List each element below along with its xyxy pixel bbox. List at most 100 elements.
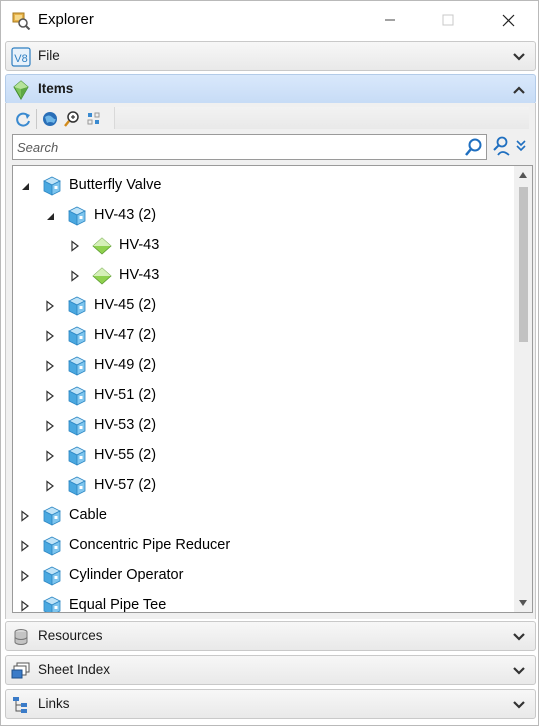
search-box bbox=[12, 134, 487, 160]
collapsed-triangle-icon[interactable] bbox=[69, 270, 81, 282]
explorer-window: Explorer V8 File Items Search Butterfly … bbox=[0, 0, 539, 726]
section-sheet-index[interactable]: Sheet Index bbox=[5, 655, 536, 685]
section-file[interactable]: V8 File bbox=[5, 41, 536, 71]
vertical-scrollbar[interactable] bbox=[514, 166, 532, 612]
grid-button[interactable] bbox=[83, 108, 105, 130]
expanded-triangle-icon[interactable] bbox=[44, 210, 56, 222]
window-title: Explorer bbox=[38, 11, 94, 28]
tree-node[interactable]: HV-45 (2) bbox=[13, 291, 513, 321]
svg-text:V8: V8 bbox=[14, 53, 27, 65]
maximize-button[interactable] bbox=[425, 1, 471, 39]
cube-icon bbox=[68, 386, 86, 406]
tree-node-label: Cable bbox=[69, 507, 107, 523]
items-tree[interactable]: Butterfly Valve HV-43 (2) HV-43 HV-43 HV-45 … bbox=[12, 165, 533, 613]
tree-node[interactable]: HV-43 bbox=[13, 261, 513, 291]
close-icon bbox=[502, 14, 514, 26]
scrollbar-thumb[interactable] bbox=[519, 187, 528, 342]
tree-node[interactable]: HV-55 (2) bbox=[13, 441, 513, 471]
tree-node[interactable]: HV-53 (2) bbox=[13, 411, 513, 441]
scroll-down-icon[interactable] bbox=[518, 599, 528, 607]
cube-icon bbox=[43, 176, 61, 196]
zoom-button[interactable] bbox=[61, 108, 83, 130]
diamond-icon bbox=[92, 237, 112, 255]
section-items[interactable]: Items bbox=[5, 74, 536, 104]
collapsed-triangle-icon[interactable] bbox=[44, 360, 56, 372]
user-search-icon[interactable] bbox=[489, 135, 511, 157]
cube-icon bbox=[68, 356, 86, 376]
search-icon[interactable] bbox=[464, 137, 484, 157]
collapsed-triangle-icon[interactable] bbox=[19, 600, 31, 612]
refresh-icon bbox=[16, 112, 30, 127]
scroll-up-icon[interactable] bbox=[518, 171, 528, 179]
tree-node-label: HV-53 (2) bbox=[94, 417, 157, 433]
tree-node[interactable]: Cylinder Operator bbox=[13, 561, 513, 591]
collapsed-triangle-icon[interactable] bbox=[19, 540, 31, 552]
section-links[interactable]: Links bbox=[5, 689, 536, 719]
collapsed-triangle-icon[interactable] bbox=[19, 510, 31, 522]
maximize-icon bbox=[442, 14, 454, 26]
v8-icon: V8 bbox=[11, 47, 31, 67]
tree-node-label: HV-47 (2) bbox=[94, 327, 157, 343]
collapsed-triangle-icon[interactable] bbox=[19, 570, 31, 582]
tree-node-label: HV-57 (2) bbox=[94, 477, 157, 493]
tree-node[interactable]: HV-43 (2) bbox=[13, 201, 513, 231]
toolbar-separator bbox=[36, 109, 37, 129]
tree-node-label: HV-49 (2) bbox=[94, 357, 157, 373]
tree-node[interactable]: Cable bbox=[13, 501, 513, 531]
explorer-app-icon bbox=[12, 12, 31, 30]
sheets-icon bbox=[11, 662, 30, 679]
minimize-icon bbox=[385, 19, 395, 21]
cube-icon bbox=[68, 326, 86, 346]
collapsed-triangle-icon[interactable] bbox=[44, 300, 56, 312]
collapsed-triangle-icon[interactable] bbox=[44, 390, 56, 402]
tree-node-label: HV-45 (2) bbox=[94, 297, 157, 313]
cube-icon bbox=[43, 506, 61, 526]
globe-icon bbox=[43, 112, 57, 126]
chevron-up-icon bbox=[513, 86, 525, 94]
double-chevron-down-icon bbox=[516, 140, 526, 152]
globe-button[interactable] bbox=[39, 108, 61, 130]
diamond-icon bbox=[92, 267, 112, 285]
tree-node-label: Concentric Pipe Reducer bbox=[69, 537, 231, 553]
section-file-label: File bbox=[38, 48, 60, 63]
collapsed-triangle-icon[interactable] bbox=[44, 330, 56, 342]
close-button[interactable] bbox=[485, 1, 531, 39]
tree-node[interactable]: Concentric Pipe Reducer bbox=[13, 531, 513, 561]
tree-node-label: Butterfly Valve bbox=[69, 177, 162, 193]
tree-node[interactable]: HV-47 (2) bbox=[13, 321, 513, 351]
tree-node[interactable]: Equal Pipe Tee bbox=[13, 591, 513, 613]
collapsed-triangle-icon[interactable] bbox=[44, 450, 56, 462]
collapsed-triangle-icon[interactable] bbox=[69, 240, 81, 252]
collapsed-triangle-icon[interactable] bbox=[44, 420, 56, 432]
database-icon bbox=[14, 629, 28, 645]
chevron-down-icon bbox=[513, 701, 525, 709]
section-sheet-index-label: Sheet Index bbox=[38, 662, 111, 677]
cube-icon bbox=[68, 206, 86, 226]
grid-icon bbox=[87, 112, 100, 125]
minimize-button[interactable] bbox=[367, 1, 413, 39]
tree-node-label: HV-55 (2) bbox=[94, 447, 157, 463]
collapsed-triangle-icon[interactable] bbox=[44, 480, 56, 492]
tree-node[interactable]: Butterfly Valve bbox=[13, 171, 513, 201]
section-resources[interactable]: Resources bbox=[5, 621, 536, 651]
chevron-down-icon bbox=[513, 53, 525, 61]
cube-icon bbox=[68, 476, 86, 496]
expanded-triangle-icon[interactable] bbox=[19, 180, 31, 192]
cube-icon bbox=[43, 596, 61, 612]
search-input[interactable] bbox=[17, 138, 457, 156]
tree-node-label: Equal Pipe Tee bbox=[69, 597, 167, 613]
tree-node-label: HV-43 bbox=[119, 237, 160, 253]
tree-node[interactable]: HV-43 bbox=[13, 231, 513, 261]
toolbar-filler bbox=[114, 107, 529, 129]
refresh-button[interactable] bbox=[12, 108, 34, 130]
search-options-button[interactable] bbox=[513, 135, 529, 157]
tree-node[interactable]: HV-51 (2) bbox=[13, 381, 513, 411]
tree-node[interactable]: HV-49 (2) bbox=[13, 351, 513, 381]
tree-node-label: HV-51 (2) bbox=[94, 387, 157, 403]
section-items-label: Items bbox=[38, 81, 74, 96]
cube-icon bbox=[43, 536, 61, 556]
tree-node[interactable]: HV-57 (2) bbox=[13, 471, 513, 501]
zoom-icon bbox=[64, 111, 79, 127]
chevron-down-icon bbox=[513, 667, 525, 675]
tree-node-label: HV-43 bbox=[119, 267, 160, 283]
